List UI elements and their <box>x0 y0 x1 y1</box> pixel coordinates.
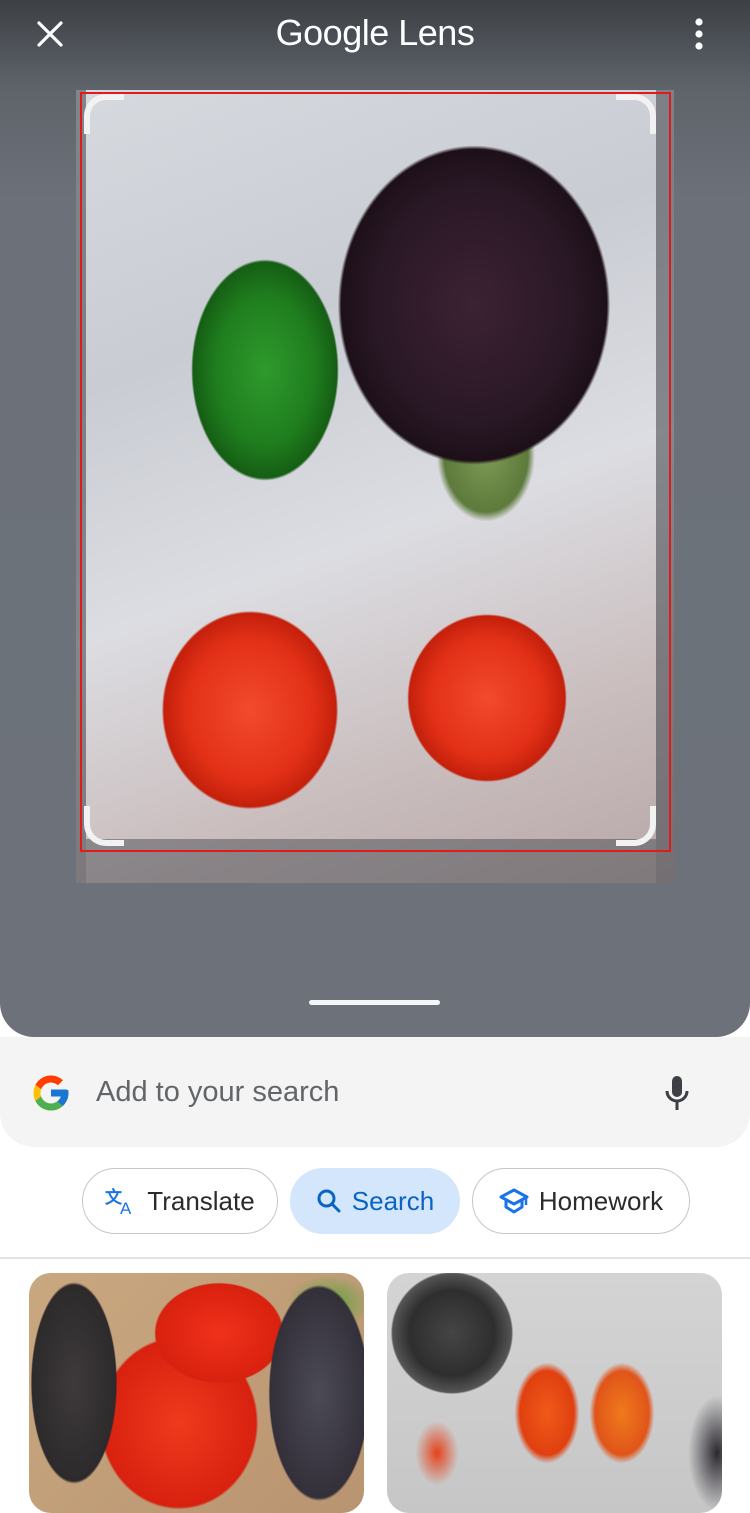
crop-handle-bottom-left[interactable] <box>84 806 124 846</box>
image-viewer: Google Lens <box>0 0 750 1037</box>
app-title: Google Lens <box>0 12 750 54</box>
result-thumbnail[interactable] <box>29 1273 364 1513</box>
chip-search-label: Search <box>351 1185 435 1216</box>
search-input[interactable] <box>96 1069 616 1115</box>
voice-search-button[interactable] <box>660 1071 694 1115</box>
chip-homework-label: Homework <box>538 1185 664 1216</box>
search-icon <box>317 1189 341 1213</box>
selection-box[interactable] <box>80 92 671 852</box>
results-divider <box>0 1257 750 1259</box>
title-product: Lens <box>398 12 475 53</box>
chip-homework[interactable]: Homework <box>472 1168 690 1234</box>
crop-handle-top-right[interactable] <box>616 94 656 134</box>
sheet-drag-handle[interactable] <box>309 1000 440 1005</box>
crop-handle-top-left[interactable] <box>84 94 124 134</box>
search-bar <box>0 1037 750 1147</box>
svg-text:A: A <box>120 1199 132 1216</box>
mic-icon <box>665 1076 689 1110</box>
graduation-cap-icon <box>499 1188 529 1214</box>
more-options-button[interactable] <box>684 14 714 54</box>
chip-translate-label: Translate <box>147 1185 255 1216</box>
top-bar: Google Lens <box>0 0 750 70</box>
chip-search[interactable]: Search <box>290 1168 460 1234</box>
title-brand: Google <box>275 12 390 53</box>
translate-icon: 文 A <box>105 1187 132 1216</box>
visual-results-grid <box>0 1273 750 1513</box>
google-g-icon <box>33 1075 69 1111</box>
mode-chips: 文 A Translate Search Homework <box>0 1168 750 1234</box>
more-vert-icon <box>695 18 703 50</box>
chip-translate[interactable]: 文 A Translate <box>82 1168 278 1234</box>
result-thumbnail[interactable] <box>387 1273 722 1513</box>
